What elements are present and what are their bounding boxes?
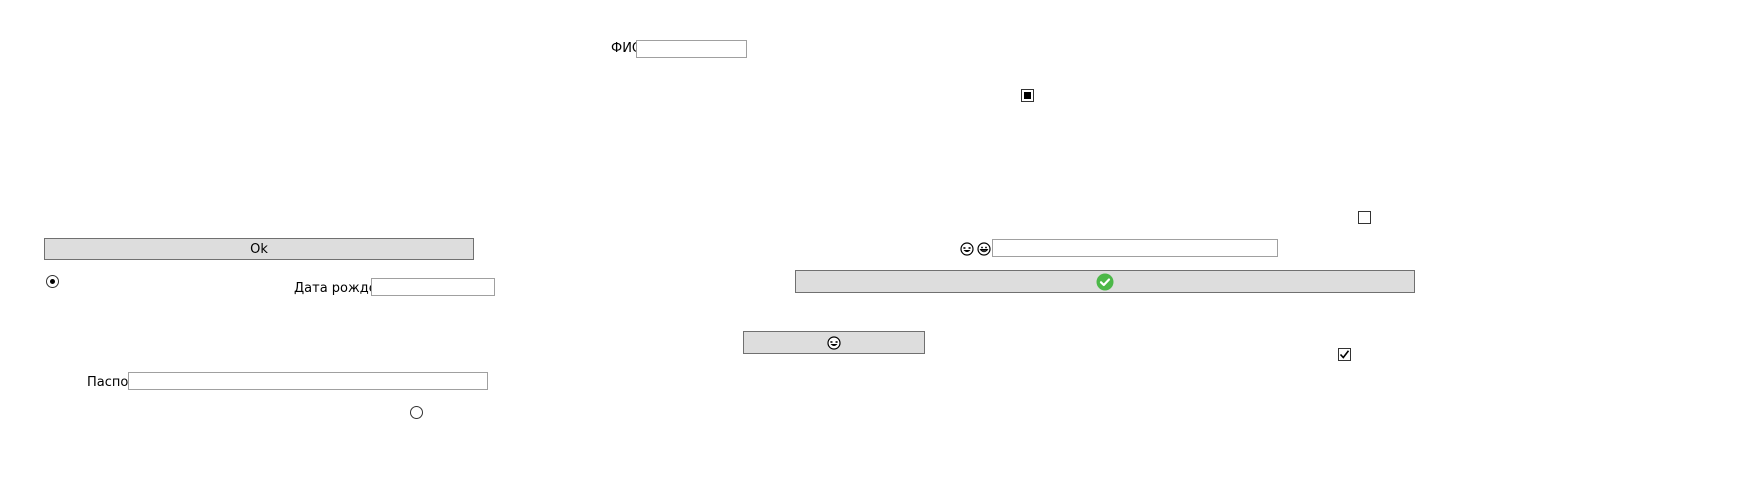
checkbox-indeterminate-mark xyxy=(1024,92,1031,99)
emoji-button[interactable] xyxy=(743,331,925,354)
birth-date-input[interactable] xyxy=(371,278,495,296)
emoji-input[interactable] xyxy=(992,239,1278,257)
radio-option-1[interactable] xyxy=(46,275,59,288)
radio-option-2[interactable] xyxy=(410,406,423,419)
passport-input[interactable] xyxy=(128,372,488,390)
checkmark-icon xyxy=(1339,350,1350,359)
checkbox-indeterminate[interactable] xyxy=(1021,89,1034,102)
radio-option-1-mark xyxy=(50,279,55,284)
green-check-icon xyxy=(1096,273,1114,291)
checkbox-checked[interactable] xyxy=(1338,348,1351,361)
fio-input[interactable] xyxy=(636,40,747,58)
checkbox-unchecked[interactable] xyxy=(1358,211,1371,224)
grinning-face-icon xyxy=(977,242,991,260)
laughing-face-icon xyxy=(960,242,974,260)
ok-button[interactable]: Ok xyxy=(44,238,474,260)
laughing-face-icon xyxy=(827,335,841,350)
confirm-button[interactable] xyxy=(795,270,1415,293)
